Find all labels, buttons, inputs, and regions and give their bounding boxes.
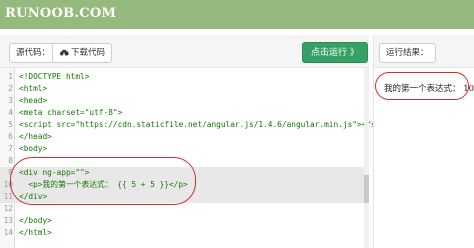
line-number: 14 — [3, 228, 13, 237]
code-line[interactable]: 3 <head> — [0, 95, 364, 107]
line-number: 2 — [8, 84, 13, 93]
code-line[interactable]: 5 <script src="https://cdn.staticfile.net… — [0, 119, 399, 131]
code-line[interactable]: 8 — [0, 155, 364, 167]
code-line[interactable]: 13 </body> — [0, 215, 364, 227]
code-line[interactable]: 2 <html> — [0, 83, 364, 95]
line-number: 7 — [8, 144, 13, 153]
site-header: RUNOOB.COM — [0, 0, 474, 29]
line-number: 10 — [3, 180, 13, 189]
line-number: 3 — [8, 96, 13, 105]
editor-scrollbar[interactable] — [364, 68, 369, 248]
code-line[interactable]: 14 </html> — [0, 227, 364, 239]
code-text: </html> — [19, 228, 52, 237]
code-text: <p>我的第一个表达式： {{ 5 + 5 }}</p> — [19, 180, 188, 189]
run-button[interactable]: 点击运行 》 — [302, 42, 368, 63]
code-line[interactable]: 7 <body> — [0, 143, 364, 155]
code-line[interactable]: 10 <p>我的第一个表达式： {{ 5 + 5 }}</p> — [0, 179, 364, 191]
code-text: </head> — [19, 132, 52, 141]
code-text: <meta charset="utf-8"> — [19, 108, 123, 117]
download-code-label: 下载代码 — [71, 48, 106, 58]
line-number: 9 — [8, 168, 13, 177]
cloud-download-icon — [60, 49, 69, 57]
line-number: 12 — [3, 204, 13, 213]
code-line[interactable]: 11 </div> — [0, 191, 364, 203]
code-line[interactable]: 1 <!DOCTYPE html> — [0, 71, 364, 83]
line-number: 5 — [8, 120, 13, 129]
code-text: <!DOCTYPE html> — [19, 72, 90, 81]
result-label-button: 运行结果： — [379, 43, 436, 63]
line-number: 4 — [8, 108, 13, 117]
code-line[interactable]: 6 </head> — [0, 131, 364, 143]
line-number: 6 — [8, 132, 13, 141]
code-line[interactable]: 9 <div ng-app=""> — [0, 167, 364, 179]
code-text: <head> — [19, 96, 48, 105]
code-text: <div ng-app=""> — [19, 168, 90, 177]
code-line[interactable]: 4 <meta charset="utf-8"> — [0, 107, 364, 119]
code-text: <script src="https://cdn.staticfile.net/… — [19, 120, 400, 129]
download-code-button[interactable]: 下载代码 — [52, 43, 113, 63]
line-number: 13 — [3, 216, 13, 225]
site-logo[interactable]: RUNOOB.COM — [5, 6, 116, 21]
line-number: 11 — [3, 192, 13, 201]
code-line[interactable]: 12 — [0, 203, 364, 215]
line-number: 8 — [8, 156, 13, 165]
line-number: 1 — [8, 72, 13, 81]
result-output: 我的第一个表达式： 10 — [384, 84, 474, 94]
code-editor[interactable]: 1 <!DOCTYPE html> 2 <html> 3 <head> 4 <meta cha… — [0, 68, 399, 248]
source-code-button[interactable]: 源代码： — [9, 43, 58, 63]
editor-scrollbar-thumb[interactable] — [364, 175, 369, 203]
code-text: </div> — [19, 192, 48, 201]
code-text: <html> — [19, 84, 48, 93]
code-text: <body> — [19, 144, 48, 153]
code-text: </body> — [19, 216, 52, 225]
